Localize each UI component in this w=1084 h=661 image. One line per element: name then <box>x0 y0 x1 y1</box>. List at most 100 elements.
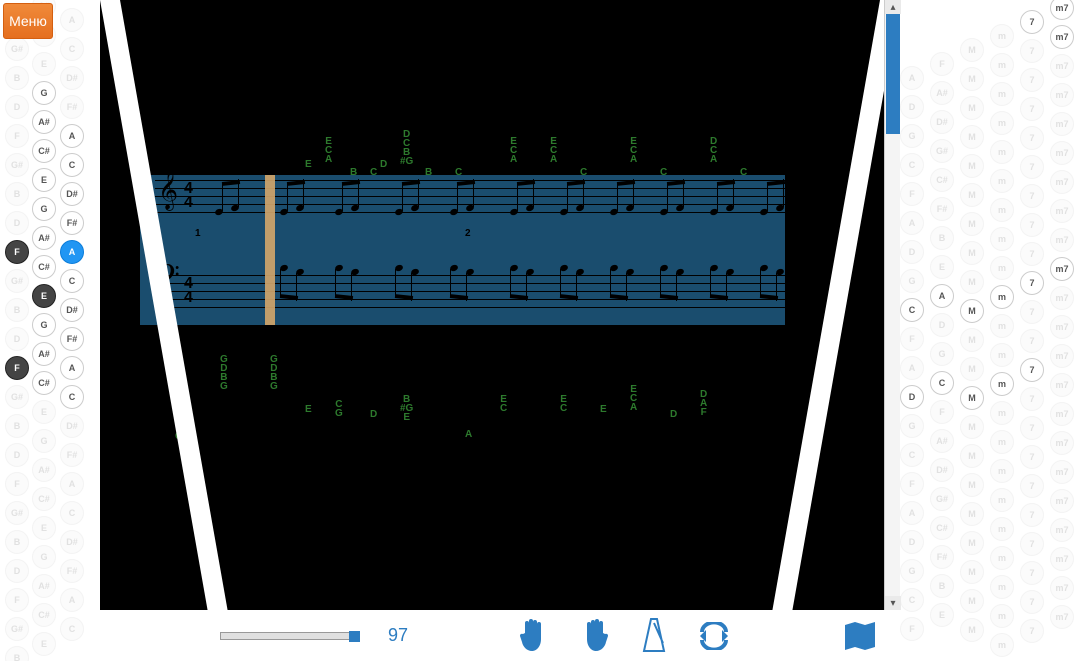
left-key-Fs[interactable]: F# <box>60 211 84 235</box>
right-key-Gs[interactable]: G# <box>930 487 954 511</box>
left-key-Ds[interactable]: D# <box>60 66 84 90</box>
right-key-M[interactable]: M <box>960 531 984 555</box>
left-key-E[interactable]: E <box>32 168 56 192</box>
left-key-E[interactable]: E <box>32 284 56 308</box>
right-key-E[interactable]: E <box>930 255 954 279</box>
right-key-7[interactable]: 7 <box>1020 68 1044 92</box>
left-key-Gs[interactable]: G# <box>5 385 29 409</box>
right-key-m7[interactable]: m7 <box>1050 576 1074 600</box>
left-key-G[interactable]: G <box>32 429 56 453</box>
right-key-M[interactable]: M <box>960 241 984 265</box>
left-key-F[interactable]: F <box>5 588 29 612</box>
right-key-m[interactable]: m <box>990 459 1014 483</box>
right-key-7[interactable]: 7 <box>1020 619 1044 643</box>
right-key-7[interactable]: 7 <box>1020 97 1044 121</box>
right-key-m7[interactable]: m7 <box>1050 54 1074 78</box>
right-key-7[interactable]: 7 <box>1020 445 1044 469</box>
right-key-M[interactable]: M <box>960 154 984 178</box>
left-key-D[interactable]: D <box>5 327 29 351</box>
right-key-M[interactable]: M <box>960 38 984 62</box>
right-key-7[interactable]: 7 <box>1020 271 1044 295</box>
right-key-M[interactable]: M <box>960 328 984 352</box>
right-key-m7[interactable]: m7 <box>1050 141 1074 165</box>
right-key-Cs[interactable]: C# <box>930 168 954 192</box>
left-key-C[interactable]: C <box>60 153 84 177</box>
right-key-M[interactable]: M <box>960 560 984 584</box>
menu-button[interactable]: Меню <box>3 3 53 39</box>
tempo-slider[interactable] <box>220 632 360 640</box>
left-key-A[interactable]: A <box>60 472 84 496</box>
left-key-B[interactable]: B <box>5 66 29 90</box>
right-key-Fs[interactable]: F# <box>930 197 954 221</box>
left-key-Cs[interactable]: C# <box>32 487 56 511</box>
right-key-7[interactable]: 7 <box>1020 126 1044 150</box>
left-key-C[interactable]: C <box>60 501 84 525</box>
right-key-7[interactable]: 7 <box>1020 590 1044 614</box>
right-key-D[interactable]: D <box>900 240 924 264</box>
right-key-A[interactable]: A <box>930 284 954 308</box>
left-key-F[interactable]: F <box>5 356 29 380</box>
left-key-Ds[interactable]: D# <box>60 414 84 438</box>
left-key-A[interactable]: A <box>60 356 84 380</box>
right-key-F[interactable]: F <box>930 400 954 424</box>
right-key-m7[interactable]: m7 <box>1050 373 1074 397</box>
right-key-G[interactable]: G <box>930 342 954 366</box>
left-key-Cs[interactable]: C# <box>32 255 56 279</box>
right-key-F[interactable]: F <box>900 327 924 351</box>
right-key-C[interactable]: C <box>900 443 924 467</box>
right-key-m7[interactable]: m7 <box>1050 431 1074 455</box>
left-key-Fs[interactable]: F# <box>60 559 84 583</box>
left-key-Gs[interactable]: G# <box>5 153 29 177</box>
right-key-M[interactable]: M <box>960 589 984 613</box>
left-key-Ds[interactable]: D# <box>60 182 84 206</box>
right-key-A[interactable]: A <box>900 211 924 235</box>
right-key-m[interactable]: m <box>990 488 1014 512</box>
playhead[interactable] <box>265 175 275 325</box>
right-key-m[interactable]: m <box>990 517 1014 541</box>
right-key-B[interactable]: B <box>930 226 954 250</box>
left-key-B[interactable]: B <box>5 182 29 206</box>
left-key-C[interactable]: C <box>60 617 84 641</box>
right-key-m[interactable]: m <box>990 372 1014 396</box>
right-key-7[interactable]: 7 <box>1020 329 1044 353</box>
left-key-Cs[interactable]: C# <box>32 371 56 395</box>
right-key-C[interactable]: C <box>900 588 924 612</box>
left-key-D[interactable]: D <box>5 443 29 467</box>
right-key-m7[interactable]: m7 <box>1050 286 1074 310</box>
right-key-m[interactable]: m <box>990 604 1014 628</box>
left-key-Fs[interactable]: F# <box>60 443 84 467</box>
left-key-As[interactable]: A# <box>32 110 56 134</box>
right-key-F[interactable]: F <box>900 182 924 206</box>
right-key-As[interactable]: A# <box>930 81 954 105</box>
right-key-G[interactable]: G <box>900 269 924 293</box>
right-key-M[interactable]: M <box>960 502 984 526</box>
right-key-m[interactable]: m <box>990 169 1014 193</box>
right-key-m7[interactable]: m7 <box>1050 402 1074 426</box>
right-key-Ds[interactable]: D# <box>930 458 954 482</box>
left-key-Gs[interactable]: G# <box>5 501 29 525</box>
left-key-G[interactable]: G <box>32 545 56 569</box>
right-key-7[interactable]: 7 <box>1020 416 1044 440</box>
right-key-m[interactable]: m <box>990 227 1014 251</box>
left-key-Ds[interactable]: D# <box>60 298 84 322</box>
right-key-7[interactable]: 7 <box>1020 39 1044 63</box>
left-key-F[interactable]: F <box>5 472 29 496</box>
left-key-G[interactable]: G <box>32 81 56 105</box>
right-key-Gs[interactable]: G# <box>930 139 954 163</box>
left-key-Cs[interactable]: C# <box>32 139 56 163</box>
right-key-M[interactable]: M <box>960 357 984 381</box>
right-key-M[interactable]: M <box>960 183 984 207</box>
right-key-A[interactable]: A <box>900 356 924 380</box>
left-key-C[interactable]: C <box>60 269 84 293</box>
left-key-G[interactable]: G <box>32 313 56 337</box>
right-key-m7[interactable]: m7 <box>1050 170 1074 194</box>
right-key-E[interactable]: E <box>930 603 954 627</box>
right-key-7[interactable]: 7 <box>1020 213 1044 237</box>
slider-thumb[interactable] <box>349 631 360 642</box>
right-key-G[interactable]: G <box>900 414 924 438</box>
left-key-D[interactable]: D <box>5 211 29 235</box>
right-key-m[interactable]: m <box>990 575 1014 599</box>
right-key-m7[interactable]: m7 <box>1050 0 1074 20</box>
left-key-G[interactable]: G <box>32 197 56 221</box>
right-key-Ds[interactable]: D# <box>930 110 954 134</box>
